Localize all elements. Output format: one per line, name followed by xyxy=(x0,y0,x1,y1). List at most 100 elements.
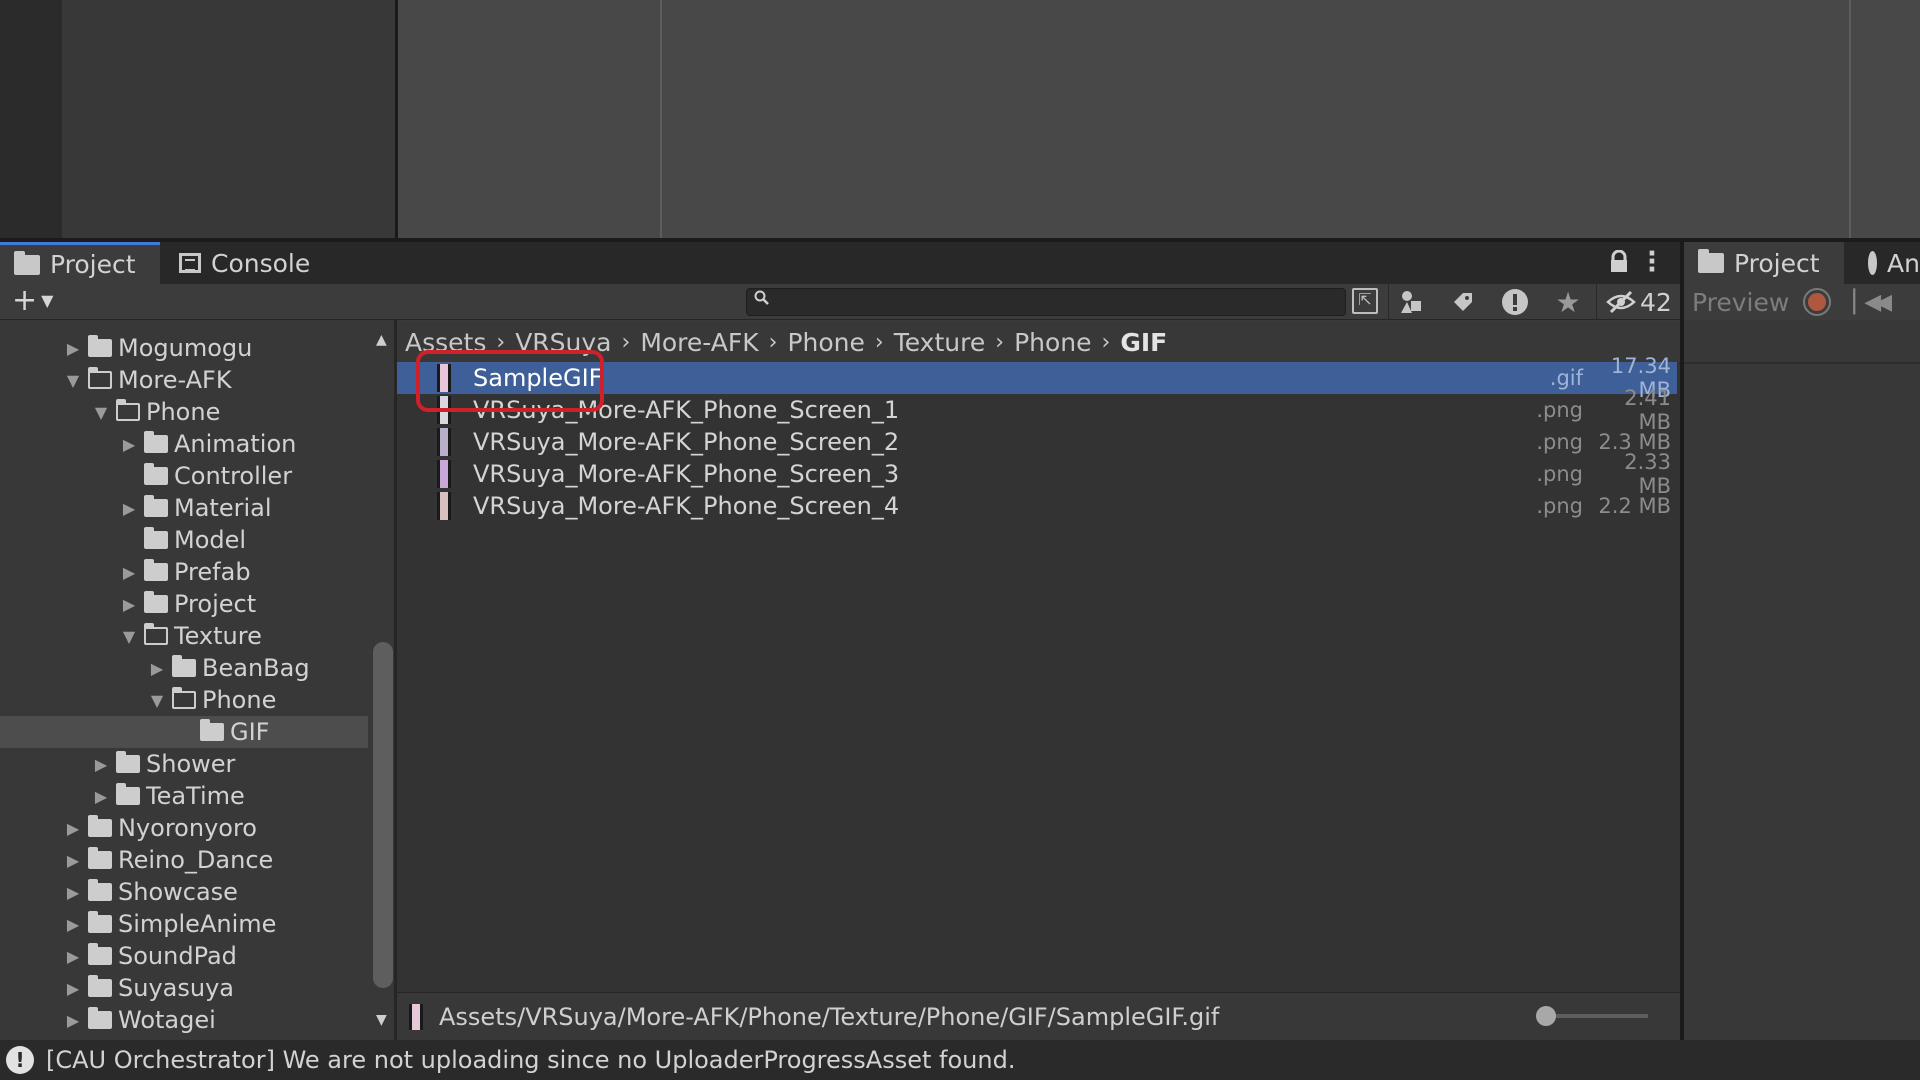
search-input[interactable] xyxy=(746,288,1346,316)
first-key-icon[interactable]: ▏◀◀ xyxy=(1853,290,1892,315)
project-window-tabbar: Project Console xyxy=(0,242,1680,284)
expanded-arrow-icon[interactable]: ▼ xyxy=(118,627,140,646)
collapsed-arrow-icon[interactable]: ▶ xyxy=(62,851,84,870)
tab-console[interactable]: Console xyxy=(165,242,335,284)
collapsed-arrow-icon[interactable]: ▶ xyxy=(146,659,168,678)
scroll-up-arrow-icon[interactable]: ▲ xyxy=(376,332,387,348)
tree-item[interactable]: ▶ Animation xyxy=(0,428,368,460)
tree-item[interactable]: ▶ Wotagei xyxy=(0,1004,368,1036)
asset-list[interactable]: SampleGIF .gif 17.34 MB VRSuya_More-AFK_Pho… xyxy=(397,354,1680,992)
tree-item[interactable]: ▶ TeaTime xyxy=(0,780,368,812)
collapsed-arrow-icon[interactable]: ▶ xyxy=(62,915,84,934)
folder-open-icon xyxy=(116,399,140,421)
tab-project[interactable]: Project xyxy=(0,242,160,284)
folder-icon xyxy=(144,463,168,485)
tree-item-label: Project xyxy=(174,590,257,618)
asset-thumbnail xyxy=(409,1003,423,1030)
chevron-down-icon: ▼ xyxy=(41,291,54,310)
hidden-packages-toggle[interactable]: 42 xyxy=(1606,284,1672,320)
expanded-arrow-icon[interactable]: ▼ xyxy=(146,691,168,710)
chevron-right-icon: › xyxy=(1101,329,1111,355)
status-message: [CAU Orchestrator] We are not uploading … xyxy=(46,1046,1016,1074)
tab-project-right[interactable]: Project xyxy=(1684,242,1844,284)
favorites-button[interactable]: ★ xyxy=(1548,285,1588,319)
tree-item[interactable]: ▶ Project xyxy=(0,588,368,620)
tree-item[interactable]: Model xyxy=(0,524,368,556)
asset-extension: .png xyxy=(1536,494,1583,518)
collapsed-arrow-icon[interactable]: ▶ xyxy=(118,563,140,582)
collapsed-arrow-icon[interactable]: ▶ xyxy=(118,499,140,518)
tree-item[interactable]: GIF xyxy=(0,716,368,748)
tree-item-label: Phone xyxy=(146,398,221,426)
tree-item[interactable]: Controller xyxy=(0,460,368,492)
star-icon: ★ xyxy=(1555,285,1581,319)
tree-item[interactable]: ▶ Reino_Dance xyxy=(0,844,368,876)
tree-item[interactable]: ▶ BeanBag xyxy=(0,652,368,684)
breadcrumb-item[interactable]: GIF xyxy=(1120,328,1167,357)
tree-item-label: Showcase xyxy=(118,878,238,906)
tree-item[interactable]: ▶ Suyasuya xyxy=(0,972,368,1004)
asset-row[interactable]: VRSuya_More-AFK_Phone_Screen_2 .png 2.3 MB xyxy=(397,426,1677,458)
record-button[interactable] xyxy=(1803,288,1832,316)
tab-project-label: Project xyxy=(50,250,136,279)
collapsed-arrow-icon[interactable]: ▶ xyxy=(118,435,140,454)
tree-item-label: Wotagei xyxy=(118,1006,216,1034)
search-in-window-button[interactable]: ⇱ xyxy=(1352,288,1378,314)
collapsed-arrow-icon[interactable]: ▶ xyxy=(62,819,84,838)
asset-row[interactable]: VRSuya_More-AFK_Phone_Screen_4 .png 2.2 MB xyxy=(397,490,1677,522)
scroll-down-arrow-icon[interactable]: ▼ xyxy=(376,1012,387,1028)
tree-item[interactable]: ▼ Phone xyxy=(0,684,368,716)
collapsed-arrow-icon[interactable]: ▶ xyxy=(62,883,84,902)
asset-row[interactable]: VRSuya_More-AFK_Phone_Screen_3 .png 2.33 M… xyxy=(397,450,1677,498)
scene-view[interactable] xyxy=(398,0,1920,240)
asset-name: VRSuya_More-AFK_Phone_Screen_4 xyxy=(473,492,900,520)
tree-item[interactable]: ▶ Mogumogu xyxy=(0,332,368,364)
icon-size-slider-handle[interactable] xyxy=(1536,1006,1556,1026)
folder-tree[interactable]: ▶ Mogumogu ▼ More-AFK ▼ Phone ▶ Animation Contro… xyxy=(0,320,372,1042)
breadcrumb-item[interactable]: Phone xyxy=(1014,328,1091,357)
expanded-arrow-icon[interactable]: ▼ xyxy=(62,371,84,390)
tree-item-label: Phone xyxy=(202,686,277,714)
tree-item[interactable]: ▶ Material xyxy=(0,492,368,524)
console-icon xyxy=(179,253,201,273)
tab-animation[interactable]: An xyxy=(1854,242,1920,284)
filter-by-type-button[interactable] xyxy=(1392,286,1432,318)
breadcrumb-item[interactable]: More-AFK xyxy=(640,328,758,357)
tree-item[interactable]: ▶ Prefab xyxy=(0,556,368,588)
tree-item[interactable]: ▶ Showcase xyxy=(0,876,368,908)
folder-icon xyxy=(88,975,112,997)
create-button[interactable]: + ▼ xyxy=(12,286,53,316)
filter-by-label-button[interactable] xyxy=(1443,286,1483,318)
breadcrumb-item[interactable]: Texture xyxy=(894,328,986,357)
tree-scrollbar-thumb[interactable] xyxy=(373,642,393,988)
tree-item[interactable]: ▼ Phone xyxy=(0,396,368,428)
folder-icon xyxy=(144,591,168,613)
preview-button[interactable]: Preview xyxy=(1692,288,1789,317)
tree-item-label: Model xyxy=(174,526,247,554)
tree-item[interactable]: ▶ SoundPad xyxy=(0,940,368,972)
tree-item[interactable]: ▶ SimpleAnime xyxy=(0,908,368,940)
lock-icon[interactable] xyxy=(1608,250,1630,274)
tree-item-label: Suyasuya xyxy=(118,974,234,1002)
collapsed-arrow-icon[interactable]: ▶ xyxy=(62,947,84,966)
tree-item[interactable]: ▼ Texture xyxy=(0,620,368,652)
expanded-arrow-icon[interactable]: ▼ xyxy=(90,403,112,422)
tree-item[interactable]: ▶ Shower xyxy=(0,748,368,780)
tree-item[interactable]: ▶ Nyoronyoro xyxy=(0,812,368,844)
status-bar[interactable]: ! [CAU Orchestrator] We are not uploadin… xyxy=(0,1040,1920,1080)
hidden-count-label: 42 xyxy=(1640,287,1672,317)
collapsed-arrow-icon[interactable]: ▶ xyxy=(118,595,140,614)
tree-item-label: Reino_Dance xyxy=(118,846,274,874)
more-options-icon[interactable]: · · · xyxy=(1644,241,1660,283)
tree-item[interactable]: ▼ More-AFK xyxy=(0,364,368,396)
scene-grid-line xyxy=(1849,0,1851,240)
collapsed-arrow-icon[interactable]: ▶ xyxy=(62,979,84,998)
collapsed-arrow-icon[interactable]: ▶ xyxy=(62,339,84,358)
tree-item-label: TeaTime xyxy=(146,782,245,810)
asset-path-label: Assets/VRSuya/More-AFK/Phone/Texture/Pho… xyxy=(439,1002,1220,1031)
collapsed-arrow-icon[interactable]: ▶ xyxy=(90,755,112,774)
log-filter-button[interactable] xyxy=(1495,286,1535,318)
breadcrumb-item[interactable]: Phone xyxy=(787,328,864,357)
collapsed-arrow-icon[interactable]: ▶ xyxy=(90,787,112,806)
collapsed-arrow-icon[interactable]: ▶ xyxy=(62,1011,84,1030)
